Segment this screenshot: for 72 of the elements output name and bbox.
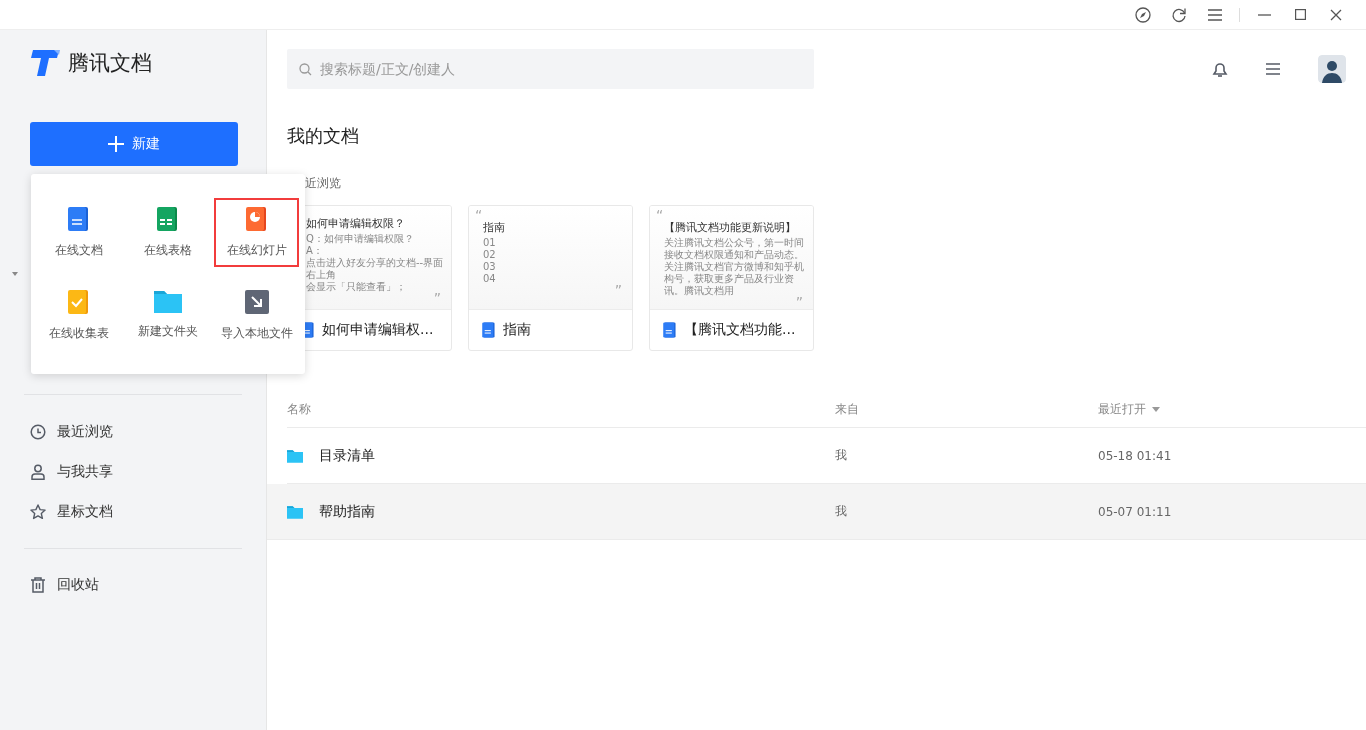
search-icon xyxy=(299,62,312,76)
sidebar-item[interactable]: 星标文档 xyxy=(30,492,236,532)
preview-text: 会显示「只能查看」； xyxy=(306,281,407,293)
import-icon xyxy=(243,289,270,315)
menu-icon[interactable] xyxy=(1208,8,1222,21)
table-cell-text: 我 xyxy=(835,503,848,520)
document-name: 【腾讯文档功能... xyxy=(684,321,796,339)
quote-mark: “ xyxy=(656,210,665,220)
preview-text: 04 xyxy=(483,273,497,285)
search-input[interactable]: 搜索标题/正文/创建人 xyxy=(318,60,802,78)
search-field[interactable]: 搜索标题/正文/创建人 xyxy=(287,49,814,89)
table-cell-text: 05-18 01:41 xyxy=(1098,448,1173,463)
quote-mark: ” xyxy=(614,282,622,298)
menu-item[interactable]: 在线文档 xyxy=(37,198,122,267)
preview-text: 03 xyxy=(483,261,497,273)
bell-icon[interactable] xyxy=(1212,60,1228,78)
preview-title: 指南 xyxy=(483,220,506,236)
column-header[interactable]: 名称 xyxy=(287,400,311,418)
caret-icon[interactable] xyxy=(12,272,18,276)
document-icon xyxy=(481,322,497,338)
clock-icon xyxy=(30,424,46,440)
section-label: 近浏览 xyxy=(305,175,342,192)
close-icon[interactable] xyxy=(1330,8,1342,21)
logo-icon xyxy=(30,50,62,76)
column-header[interactable]: 最近打开 xyxy=(1098,400,1146,418)
sidebar-item[interactable]: 最近浏览 xyxy=(30,412,236,452)
maximize-icon[interactable] xyxy=(1294,9,1306,20)
preview-text: 点击进入好友分享的文档--界面右上角 xyxy=(306,257,445,281)
quote-mark: ” xyxy=(795,294,803,310)
preview-title: 【腾讯文档功能更新说明】 xyxy=(664,220,797,236)
star-icon xyxy=(30,504,46,520)
new-button[interactable]: 新建 xyxy=(30,122,238,166)
table-row[interactable]: 帮助指南 我 05-07 01:11 xyxy=(267,484,1366,540)
folder-icon xyxy=(154,289,182,313)
file-name: 帮助指南 xyxy=(319,502,375,521)
menu-item[interactable]: 在线表格 xyxy=(125,198,211,267)
compass-icon[interactable] xyxy=(1135,6,1151,23)
preview-text: 关注腾讯文档公众号，第一时间接收文档权限通知和产品动态。 xyxy=(664,237,805,261)
document-name: 如何申请编辑权... xyxy=(322,321,434,339)
minimize-icon[interactable] xyxy=(1257,13,1271,16)
preview-text: A： xyxy=(306,245,324,257)
preview-text: Q：如何申请编辑权限？ xyxy=(306,233,415,245)
file-name: 目录清单 xyxy=(319,446,375,465)
folder-icon xyxy=(287,504,303,519)
page-title: 我的文档 xyxy=(287,124,360,148)
menu-icon[interactable] xyxy=(1266,63,1280,75)
sort-caret-icon[interactable] xyxy=(1152,406,1160,412)
user-icon xyxy=(30,464,46,480)
document-icon xyxy=(662,322,678,338)
refresh-icon[interactable] xyxy=(1171,6,1187,23)
table-cell-text: 我 xyxy=(835,447,848,464)
document-name: 指南 xyxy=(503,321,531,339)
preview-text: 01 xyxy=(483,237,497,249)
folder-icon xyxy=(287,448,303,463)
document-card[interactable]: “ 【腾讯文档功能更新说明】 关注腾讯文档公众号，第一时间接收文档权限通知和产品动态。 关注腾讯文档官方微博和知乎机构号，获取更多产品及行业资讯。腾讯文档用 ” 【腾讯文档功能... xyxy=(649,205,814,351)
menu-item[interactable]: 在线收集表 xyxy=(37,281,122,350)
menu-item[interactable]: 在线幻灯片 xyxy=(214,198,299,267)
document-card[interactable]: “ 指南 01 02 03 04 ” 指南 xyxy=(468,205,633,351)
plus-icon xyxy=(108,136,124,152)
preview-title: 如何申请编辑权限？ xyxy=(306,216,406,232)
sidebar-item[interactable]: 与我共享 xyxy=(30,452,236,492)
sidebar-item[interactable]: 回收站 xyxy=(30,565,236,605)
column-header[interactable]: 来自 xyxy=(835,400,859,418)
preview-text: 02 xyxy=(483,249,497,261)
menu-item[interactable]: 新建文件夹 xyxy=(125,281,211,350)
preview-text: 关注腾讯文档官方微博和知乎机构号，获取更多产品及行业资讯。腾讯文档用 xyxy=(664,261,805,297)
table-cell-text: 05-07 01:11 xyxy=(1098,504,1173,519)
quote-mark: “ xyxy=(475,210,483,220)
app-logo-text: 腾讯文档 xyxy=(68,50,152,77)
quote-mark: ” xyxy=(433,290,441,306)
trash-icon xyxy=(30,577,46,593)
avatar-icon[interactable] xyxy=(1318,55,1346,83)
